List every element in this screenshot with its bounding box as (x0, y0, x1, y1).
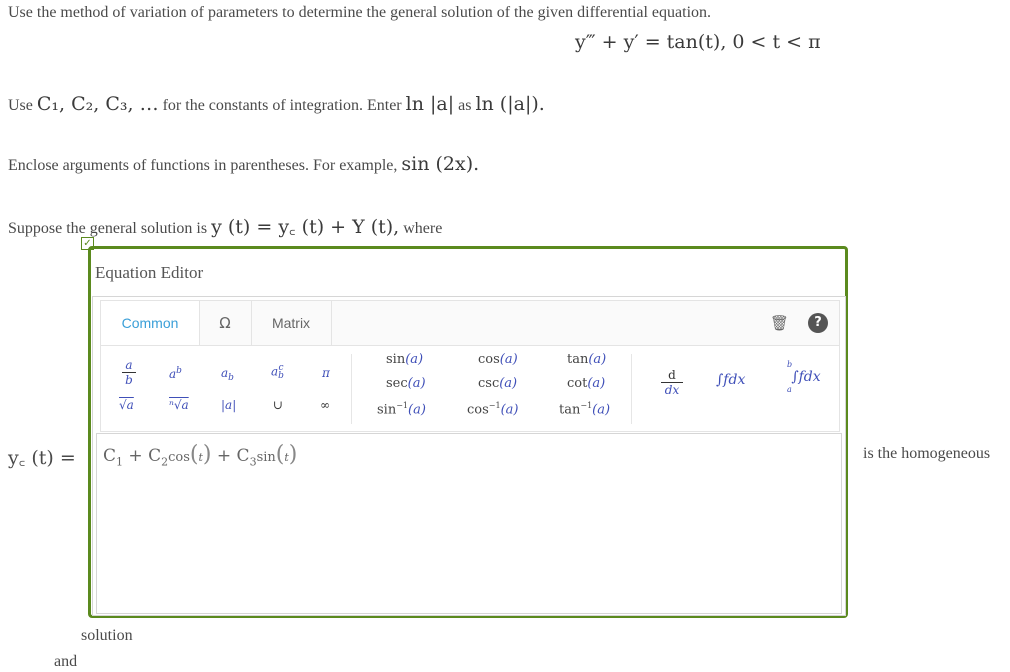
arctan-button[interactable]: tan−1(a) (559, 401, 610, 417)
help-icon[interactable]: ? (808, 313, 828, 333)
tab-symbols[interactable]: Ω (199, 301, 252, 345)
sin-button[interactable]: sin(a) (386, 352, 423, 367)
nth-root-button[interactable]: ⁿ√a (169, 398, 189, 412)
editor-toolbar: Common Ω Matrix (100, 300, 840, 346)
ln-paren-notation: ln (|a|). (475, 93, 545, 115)
trash-icon[interactable]: 🗑 (770, 313, 789, 333)
power-button[interactable]: ab (169, 366, 182, 381)
pi-button[interactable]: π (322, 366, 330, 380)
sec-button[interactable]: sec(a) (386, 376, 426, 391)
instruction-line-3: Enclose arguments of functions in parent… (8, 153, 480, 175)
symbol-palette: a b ab ab acb π √a ⁿ√a |a| ∪ ∞ sin(a) se… (100, 346, 840, 432)
subscript-button[interactable]: ab (221, 366, 234, 383)
union-button[interactable]: ∪ (273, 398, 283, 412)
instruction-line-1: Use the method of variation of parameter… (8, 4, 712, 21)
solution-text: solution (81, 627, 133, 644)
instruction-line-4: Suppose the general solution is y (t) = … (8, 216, 443, 238)
instruction-line-2: Use C₁, C₂, C₃, … for the constants of i… (8, 93, 545, 115)
tab-common[interactable]: Common (101, 301, 200, 345)
infinity-button[interactable]: ∞ (320, 398, 330, 412)
sin-example: sin (2x). (401, 153, 480, 175)
tab-matrix[interactable]: Matrix (251, 301, 332, 345)
equation-input-value[interactable]: C1 + C2cos(t) + C3sin(t) (103, 442, 297, 468)
definite-integral-button[interactable]: b ∫fdx a (781, 360, 831, 394)
cos-button[interactable]: cos(a) (478, 352, 518, 367)
derivative-button[interactable]: d dx (661, 368, 683, 397)
differential-equation: y‴ + y′ = tan(t), 0 < t < π (575, 31, 821, 53)
equation-editor-title: Equation Editor (95, 263, 204, 282)
integral-button[interactable]: ∫fdx (716, 372, 745, 388)
tan-button[interactable]: tan(a) (567, 352, 606, 367)
and-text: and (54, 653, 78, 670)
subsup-button[interactable]: acb (271, 364, 284, 381)
homogeneous-text: is the homogeneous (863, 445, 991, 462)
csc-button[interactable]: csc(a) (478, 376, 517, 391)
arccos-button[interactable]: cos−1(a) (467, 401, 518, 417)
ln-abs-notation: ln |a| (405, 93, 455, 115)
absolute-value-button[interactable]: |a| (221, 398, 236, 412)
cot-button[interactable]: cot(a) (567, 376, 605, 391)
yc-label: y꜀ (t) = (8, 447, 76, 469)
sqrt-button[interactable]: √a (119, 398, 134, 412)
arcsin-button[interactable]: sin−1(a) (377, 401, 426, 417)
general-solution-formula: y (t) = y꜀ (t) + Y (t), (211, 216, 400, 238)
constants-notation: C₁, C₂, C₃, … (36, 93, 159, 115)
fraction-button[interactable]: a b (121, 358, 137, 387)
